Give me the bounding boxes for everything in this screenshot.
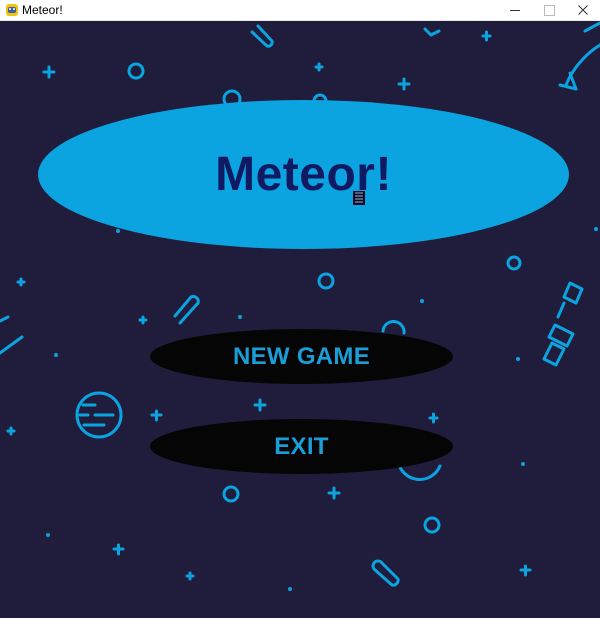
dot-icon — [46, 227, 598, 591]
planet-icon — [75, 391, 123, 439]
satellite-icon — [542, 281, 584, 367]
busy-cursor-icon — [353, 191, 365, 205]
minimize-button[interactable] — [498, 0, 532, 21]
title-banner: Meteor! — [38, 100, 569, 249]
exit-button[interactable]: EXIT — [150, 419, 453, 474]
pygame-snake-icon — [6, 4, 18, 16]
new-game-label: NEW GAME — [232, 342, 371, 370]
close-icon — [578, 5, 588, 15]
window-title: Meteor! — [22, 3, 63, 17]
game-window: Meteor! Meteor! NEW GAME EXIT — [0, 0, 600, 618]
close-button[interactable] — [566, 0, 600, 21]
game-title: Meteor! — [215, 148, 392, 201]
title-bar[interactable]: Meteor! — [0, 0, 600, 21]
rocket-icon — [558, 21, 600, 91]
maximize-button[interactable] — [532, 0, 566, 21]
new-game-button[interactable]: NEW GAME — [150, 329, 453, 384]
exit-label: EXIT — [274, 432, 329, 460]
game-canvas: Meteor! NEW GAME EXIT — [0, 21, 600, 618]
